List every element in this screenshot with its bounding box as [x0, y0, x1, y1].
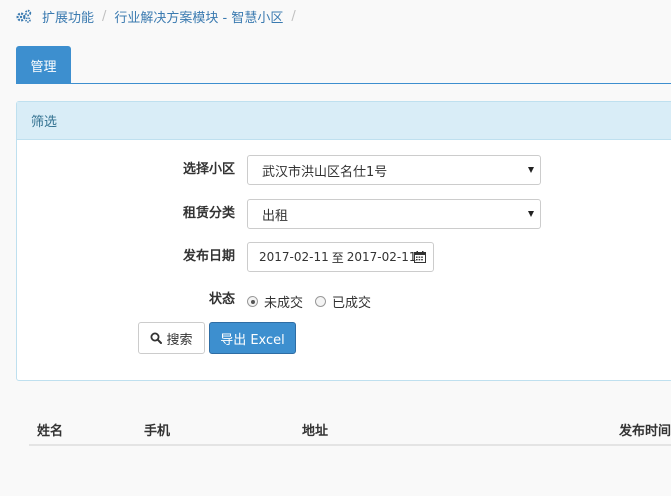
- breadcrumb-separator: /: [102, 8, 107, 24]
- rental-type-select-value: 出租: [262, 208, 289, 224]
- date-range-to: 至: [331, 250, 344, 265]
- breadcrumb-item-smart-community[interactable]: 行业解决方案模块 - 智慧小区: [114, 7, 283, 26]
- results-table-header: 姓名 手机 地址 发布时间: [29, 412, 671, 446]
- search-button-label: 搜索: [166, 332, 193, 348]
- status-label: 状态: [208, 292, 235, 307]
- community-label: 选择小区: [182, 162, 235, 177]
- publish-date-row: 发布日期 2017-02-11 至 2017-02-11: [17, 241, 671, 273]
- rental-type-select[interactable]: 出租: [247, 199, 541, 229]
- date-end: 2017-02-11: [346, 250, 417, 264]
- radio-checked[interactable]: [247, 296, 258, 307]
- panel-title: 筛选: [17, 102, 671, 140]
- status-option-label: 未成交: [264, 296, 304, 311]
- status-row: 状态 未成交 已成交: [17, 284, 671, 316]
- export-excel-button[interactable]: 导出 Excel: [209, 322, 296, 354]
- column-header-publish-time: 发布时间: [619, 424, 671, 439]
- column-header-address: 地址: [302, 424, 329, 439]
- status-radio-sold[interactable]: 已成交: [315, 292, 371, 311]
- status-radio-group: 未成交 已成交: [247, 292, 383, 311]
- community-row: 选择小区 武汉市洪山区名仕1号: [17, 154, 671, 186]
- community-select[interactable]: 武汉市洪山区名仕1号: [247, 155, 541, 185]
- filter-panel: 筛选 选择小区 武汉市洪山区名仕1号 租赁分类 出租 发布日期 2017-02-…: [16, 101, 671, 381]
- column-header-phone: 手机: [144, 424, 171, 439]
- tab-bar: 管理: [16, 46, 671, 84]
- tab-manage[interactable]: 管理: [16, 46, 71, 84]
- radio-unchecked[interactable]: [315, 296, 327, 307]
- gears-icon: [16, 9, 32, 23]
- export-button-label: 导出 Excel: [220, 332, 285, 348]
- search-button[interactable]: 搜索: [138, 322, 205, 354]
- caret-down-icon: [528, 211, 534, 217]
- publish-date-label: 发布日期: [182, 249, 235, 264]
- breadcrumb: 扩展功能 / 行业解决方案模块 - 智慧小区 /: [16, 6, 304, 26]
- breadcrumb-item-extensions[interactable]: 扩展功能: [42, 7, 94, 26]
- caret-down-icon: [528, 167, 534, 173]
- rental-type-row: 租赁分类 出租: [17, 198, 671, 230]
- date-range-input[interactable]: 2017-02-11 至 2017-02-11: [247, 242, 434, 272]
- search-icon: [150, 332, 163, 344]
- breadcrumb-separator: /: [291, 8, 296, 24]
- rental-type-label: 租赁分类: [182, 206, 235, 221]
- status-option-label: 已成交: [332, 296, 372, 311]
- date-start: 2017-02-11: [259, 250, 329, 264]
- column-header-name: 姓名: [37, 424, 64, 439]
- community-select-value: 武汉市洪山区名仕1号: [262, 164, 388, 180]
- status-radio-unsold[interactable]: 未成交: [247, 292, 303, 311]
- calendar-icon[interactable]: [414, 251, 426, 263]
